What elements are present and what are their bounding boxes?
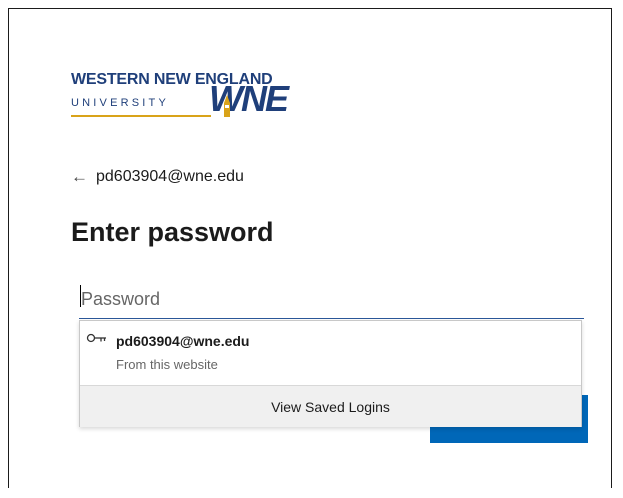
tower-icon xyxy=(224,95,230,117)
login-panel: WESTERN NEW ENGLAND UNIVERSITY WNE ← pd6… xyxy=(8,8,612,488)
logo-sub-line: UNIVERSITY xyxy=(71,97,170,109)
university-logo: WESTERN NEW ENGLAND UNIVERSITY WNE xyxy=(71,71,311,141)
text-caret xyxy=(80,285,81,307)
identity-email: pd603904@wne.edu xyxy=(96,168,244,185)
view-saved-logins-button[interactable]: View Saved Logins xyxy=(80,385,581,427)
page-title: Enter password xyxy=(71,217,274,247)
saved-login-item[interactable]: pd603904@wne.edu From this website xyxy=(80,321,581,383)
key-icon xyxy=(86,332,108,348)
identity-banner[interactable]: ← pd603904@wne.edu xyxy=(71,167,244,187)
saved-login-username: pd603904@wne.edu xyxy=(116,333,250,349)
logo-underline xyxy=(71,115,211,117)
saved-login-source: From this website xyxy=(116,357,218,372)
autofill-dropdown: pd603904@wne.edu From this website View … xyxy=(79,320,582,427)
password-input[interactable] xyxy=(79,281,584,319)
back-arrow-icon[interactable]: ← xyxy=(71,167,88,187)
